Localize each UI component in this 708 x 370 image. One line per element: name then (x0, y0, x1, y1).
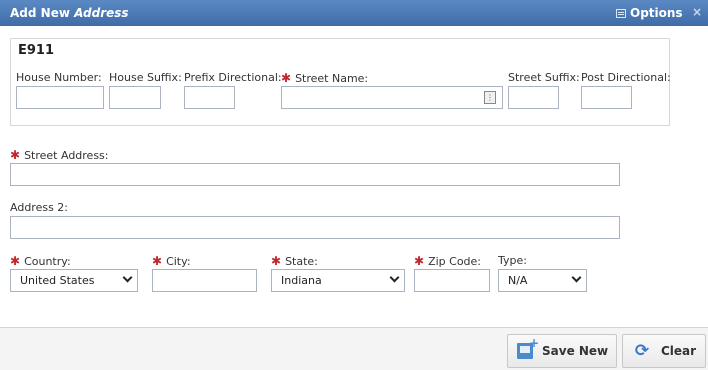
required-marker: ✱ (152, 254, 163, 268)
chevron-down-icon (389, 272, 400, 283)
clear-label: Clear (661, 344, 697, 358)
state-label: ✱ State: (271, 254, 318, 268)
dialog-titlebar: Add New Address Options × (0, 0, 708, 26)
required-marker: ✱ (10, 148, 21, 162)
address2-input[interactable] (10, 216, 620, 239)
options-label: Options (630, 6, 683, 20)
house-suffix-label: House Suffix: (109, 71, 182, 84)
street-address-label: ✱ Street Address: (10, 148, 109, 162)
street-suffix-input[interactable] (508, 86, 559, 109)
country-value: United States (20, 274, 95, 287)
lookup-icon[interactable]: ⋮ (484, 91, 496, 104)
required-marker: ✱ (281, 71, 292, 85)
list-icon (616, 8, 626, 18)
clear-button[interactable]: ⟳ Clear (622, 334, 706, 368)
zip-input[interactable] (414, 269, 490, 292)
street-name-label-text: Street Name: (295, 72, 369, 85)
prefix-directional-input[interactable] (184, 86, 235, 109)
chevron-down-icon (571, 272, 582, 283)
post-directional-input[interactable] (581, 86, 632, 109)
state-select[interactable]: Indiana (271, 269, 405, 292)
street-address-input[interactable] (10, 163, 620, 186)
e911-legend: E911 (16, 43, 57, 58)
house-suffix-input[interactable] (109, 86, 161, 109)
zip-label-text: Zip Code: (428, 255, 481, 268)
city-label-text: City: (166, 255, 191, 268)
refresh-icon: ⟳ (634, 341, 650, 361)
required-marker: ✱ (10, 254, 21, 268)
chevron-down-icon (122, 272, 133, 283)
house-number-input[interactable] (16, 86, 104, 109)
country-label: ✱ Country: (10, 254, 71, 268)
close-icon[interactable]: × (692, 5, 702, 19)
state-label-text: State: (285, 255, 318, 268)
city-input[interactable] (152, 269, 257, 292)
country-label-text: Country: (24, 255, 71, 268)
title-italic: Address (74, 6, 129, 20)
options-button[interactable]: Options (616, 6, 683, 20)
address2-label: Address 2: (10, 201, 69, 214)
dialog-title: Add New Address (10, 6, 129, 20)
save-new-label: Save New (542, 344, 609, 358)
state-value: Indiana (281, 274, 322, 287)
street-suffix-label: Street Suffix: (508, 71, 580, 84)
street-name-input[interactable]: ⋮ (281, 86, 503, 109)
type-value: N/A (508, 274, 528, 287)
city-label: ✱ City: (152, 254, 191, 268)
country-select[interactable]: United States (10, 269, 138, 292)
prefix-directional-label: Prefix Directional: (184, 71, 282, 84)
save-new-button[interactable]: Save New (507, 334, 617, 368)
type-select[interactable]: N/A (498, 269, 587, 292)
required-marker: ✱ (271, 254, 282, 268)
type-label: Type: (498, 254, 527, 267)
street-name-label: ✱ Street Name: (281, 71, 368, 85)
street-address-label-text: Street Address: (24, 149, 109, 162)
required-marker: ✱ (414, 254, 425, 268)
title-prefix: Add New (10, 6, 70, 20)
save-new-icon (517, 336, 539, 359)
post-directional-label: Post Directional: (581, 71, 671, 84)
house-number-label: House Number: (16, 71, 102, 84)
zip-label: ✱ Zip Code: (414, 254, 481, 268)
